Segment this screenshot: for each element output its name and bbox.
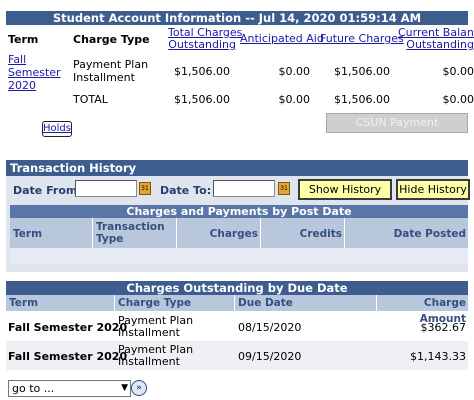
- term-line1: Fall: [8, 53, 27, 66]
- total-future-charges: $1,506.00: [334, 93, 390, 106]
- show-history-button[interactable]: Show History: [298, 179, 392, 200]
- charge-type-line2: Installment: [73, 71, 135, 84]
- row-charge-type-line2: Installment: [118, 326, 180, 339]
- column-divider: [92, 218, 93, 248]
- term-link-fall-semester-2020[interactable]: Fall Semester 2020: [8, 53, 61, 92]
- total-label: TOTAL: [73, 93, 108, 106]
- calendar-icon[interactable]: 31: [278, 182, 290, 195]
- total-outstanding: $1,506.00: [174, 93, 230, 106]
- row-charge-type: Payment Plan Installment: [118, 315, 193, 339]
- holds-button[interactable]: Holds: [42, 121, 72, 137]
- account-total-outstanding: $1,506.00: [174, 65, 230, 78]
- header-charge-type: Charge Type: [73, 33, 150, 46]
- charges-payments-empty-row: [10, 248, 468, 264]
- goto-select-value: go to ...: [12, 382, 55, 395]
- account-anticipated-aid: $0.00: [278, 65, 311, 78]
- date-to-input[interactable]: [213, 180, 275, 197]
- charge-type-line1: Payment Plan: [73, 58, 149, 71]
- col-transaction-type-line2: Type: [96, 233, 124, 245]
- goto-select[interactable]: go to ... ▼: [8, 380, 131, 397]
- header-total-charges-link[interactable]: Total Charges Outstanding: [168, 27, 242, 51]
- row-charge-amount: $1,143.33: [410, 350, 466, 363]
- csun-payment-button[interactable]: CSUN Payment: [326, 113, 468, 133]
- charges-payments-grid-header: Term Transaction Type Charges Credits Da…: [10, 218, 468, 248]
- account-current-balance: $0.00: [442, 65, 474, 78]
- header-current-balance-line2: Outstanding: [406, 38, 474, 51]
- outstanding-header: Term Charge Type Due Date Charge Amount: [6, 295, 468, 325]
- account-title: Student Account Information -- Jul 14, 2…: [52, 11, 422, 25]
- transaction-history-title: Transaction History: [6, 160, 468, 176]
- col-transaction-type-line1: Transaction: [96, 221, 165, 233]
- term-line3: 2020: [8, 79, 36, 92]
- total-current-balance: $0.00: [442, 93, 474, 106]
- date-from-input[interactable]: [75, 180, 137, 197]
- date-from-label: Date From:: [13, 184, 82, 197]
- col-transaction-type: Transaction Type: [96, 221, 165, 251]
- header-current-balance-link[interactable]: Current Balance Outstanding: [398, 27, 474, 51]
- outstanding-title-bar: Charges Outstanding by Due Date: [6, 281, 468, 295]
- col-term: Term: [9, 297, 39, 309]
- row-charge-type-line2: Installment: [118, 355, 180, 368]
- column-divider: [234, 295, 235, 311]
- header-total-charges-line2: Outstanding: [168, 38, 236, 51]
- header-term: Term: [8, 33, 39, 46]
- calendar-icon[interactable]: 31: [139, 182, 151, 195]
- row-due-date: 09/15/2020: [238, 350, 302, 363]
- header-future-charges-link[interactable]: Future Charges: [320, 33, 404, 45]
- holds-link: Holds: [43, 123, 71, 134]
- col-due-date: Due Date: [238, 297, 293, 309]
- charges-payments-title-bar: Charges and Payments by Post Date: [10, 205, 468, 218]
- row-charge-type: Payment Plan Installment: [118, 344, 193, 368]
- row-term: Fall Semester 2020: [8, 350, 128, 363]
- account-charge-type: Payment Plan Installment: [73, 58, 148, 84]
- row-term: Fall Semester 2020: [8, 321, 128, 334]
- row-due-date: 08/15/2020: [238, 321, 302, 334]
- account-future-charges: $1,506.00: [334, 65, 390, 78]
- chevron-down-icon: ▼: [121, 383, 128, 393]
- header-anticipated-aid-link[interactable]: Anticipated Aid: [240, 33, 324, 45]
- double-chevron-right-icon[interactable]: »: [131, 380, 147, 396]
- account-title-bar: Student Account Information -- Jul 14, 2…: [6, 11, 468, 25]
- row-charge-amount: $362.67: [420, 321, 467, 334]
- total-anticipated-aid: $0.00: [278, 93, 311, 106]
- hide-history-button[interactable]: Hide History: [396, 179, 470, 200]
- column-divider: [114, 295, 115, 311]
- table-row: Fall Semester 2020 Payment Plan Installm…: [6, 341, 468, 370]
- col-charge-type: Charge Type: [118, 297, 192, 309]
- date-to-label: Date To:: [160, 184, 212, 197]
- table-row: Fall Semester 2020 Payment Plan Installm…: [6, 312, 468, 341]
- term-line2: Semester: [8, 66, 61, 79]
